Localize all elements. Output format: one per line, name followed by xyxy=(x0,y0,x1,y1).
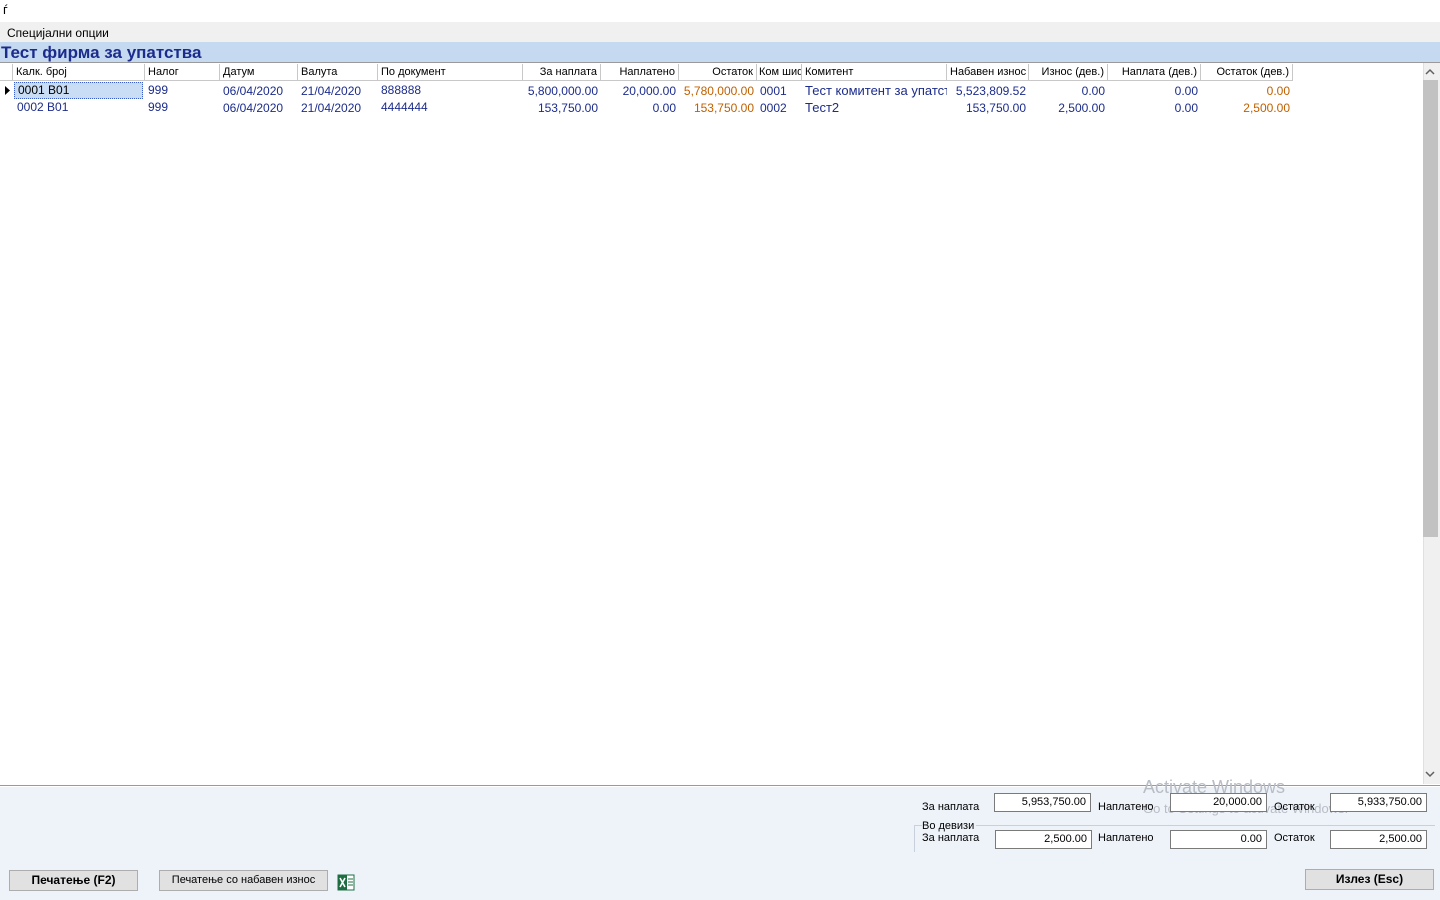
scroll-up-icon[interactable] xyxy=(1424,66,1436,78)
cell-client-code[interactable]: 0001 xyxy=(757,83,802,100)
col-header-paid[interactable]: Наплатено xyxy=(601,64,679,81)
scroll-down-icon[interactable] xyxy=(1424,768,1436,780)
company-header: Тест фирма за упатства xyxy=(0,42,1440,62)
cell-to-pay[interactable]: 153,750.00 xyxy=(523,100,601,117)
data-grid[interactable] xyxy=(0,62,1440,786)
cell-balance[interactable]: 153,750.00 xyxy=(679,100,757,117)
cell-document[interactable]: 888888 xyxy=(378,82,523,99)
col-header-purchase[interactable]: Набавен износ xyxy=(947,64,1029,81)
cell-date[interactable]: 06/04/2020 xyxy=(220,100,298,117)
cell-paid-fx[interactable]: 0.00 xyxy=(1108,100,1201,117)
col-header-order[interactable]: Налог xyxy=(145,64,220,81)
total-paid-field[interactable]: 20,000.00 xyxy=(1170,793,1267,812)
col-header-due[interactable]: Валута xyxy=(298,64,378,81)
col-header-client[interactable]: Комитент xyxy=(802,64,947,81)
cell-client[interactable]: Тест2 xyxy=(802,99,947,116)
col-header-amount-fx[interactable]: Износ (дев.) xyxy=(1029,64,1108,81)
col-header-paid-fx[interactable]: Наплата (дев.) xyxy=(1108,64,1201,81)
cell-due[interactable]: 21/04/2020 xyxy=(298,83,378,100)
row-header-corner xyxy=(0,64,13,81)
cell-due[interactable]: 21/04/2020 xyxy=(298,100,378,117)
cell-paid[interactable]: 0.00 xyxy=(601,100,679,117)
cell-purchase[interactable]: 5,523,809.52 xyxy=(947,83,1029,100)
col-header-to-pay[interactable]: За наплата xyxy=(523,64,601,81)
print-purchase-button[interactable]: Печатење со набавен износ xyxy=(159,870,328,891)
total-to-pay-label: За наплата xyxy=(922,801,980,813)
fx-paid-field[interactable]: 0.00 xyxy=(1170,830,1267,849)
exit-button[interactable]: Излез (Esc) xyxy=(1305,869,1434,890)
cell-client-code[interactable]: 0002 xyxy=(757,100,802,117)
cell-balance-fx[interactable]: 2,500.00 xyxy=(1201,100,1293,117)
col-header-balance[interactable]: Остаток xyxy=(679,64,757,81)
total-balance-field[interactable]: 5,933,750.00 xyxy=(1330,793,1427,812)
cell-client[interactable]: Тест комитент за упатства xyxy=(802,82,947,99)
excel-export-icon[interactable] xyxy=(336,872,356,892)
window-title: ѓ xyxy=(3,2,8,17)
menu-special-options[interactable]: Специјални опции xyxy=(7,26,109,40)
cell-balance[interactable]: 5,780,000.00 xyxy=(679,83,757,100)
menu-bar: Специјални опции xyxy=(0,22,1440,42)
col-header-client-code[interactable]: Ком шиф xyxy=(757,64,802,81)
total-paid-label: Наплатено xyxy=(1098,801,1154,813)
cell-order[interactable]: 999 xyxy=(145,82,220,99)
total-balance-label: Остаток xyxy=(1274,801,1315,813)
cell-calc-no[interactable]: 0001 B01 xyxy=(14,82,143,99)
cell-order[interactable]: 999 xyxy=(145,99,220,116)
cell-paid[interactable]: 20,000.00 xyxy=(601,83,679,100)
fx-to-pay-label: За наплата xyxy=(922,832,980,844)
title-bar: ѓ xyxy=(0,0,1440,22)
col-header-calc-no[interactable]: Калк. број xyxy=(13,64,145,81)
fx-group-label: Во девизи xyxy=(922,820,977,832)
cell-to-pay[interactable]: 5,800,000.00 xyxy=(523,83,601,100)
print-button[interactable]: Печатење (F2) xyxy=(9,870,138,891)
cell-amount-fx[interactable]: 0.00 xyxy=(1029,83,1108,100)
col-header-document[interactable]: По документ xyxy=(378,64,523,81)
total-to-pay-field[interactable]: 5,953,750.00 xyxy=(994,793,1091,812)
cell-balance-fx[interactable]: 0.00 xyxy=(1201,83,1293,100)
fx-balance-label: Остаток xyxy=(1274,832,1315,844)
col-header-balance-fx[interactable]: Остаток (дев.) xyxy=(1201,64,1293,81)
fx-to-pay-field[interactable]: 2,500.00 xyxy=(995,830,1092,849)
col-header-date[interactable]: Датум xyxy=(220,64,298,81)
cell-paid-fx[interactable]: 0.00 xyxy=(1108,83,1201,100)
company-name: Тест фирма за упатства xyxy=(1,43,202,62)
cell-calc-no[interactable]: 0002 B01 xyxy=(14,99,143,116)
fx-balance-field[interactable]: 2,500.00 xyxy=(1330,830,1427,849)
cell-date[interactable]: 06/04/2020 xyxy=(220,83,298,100)
cell-purchase[interactable]: 153,750.00 xyxy=(947,100,1029,117)
fx-paid-label: Наплатено xyxy=(1098,832,1154,844)
cell-amount-fx[interactable]: 2,500.00 xyxy=(1029,100,1108,117)
cell-document[interactable]: 4444444 xyxy=(378,99,523,116)
current-row-arrow-icon xyxy=(5,86,10,95)
scrollbar-thumb[interactable] xyxy=(1423,80,1438,537)
